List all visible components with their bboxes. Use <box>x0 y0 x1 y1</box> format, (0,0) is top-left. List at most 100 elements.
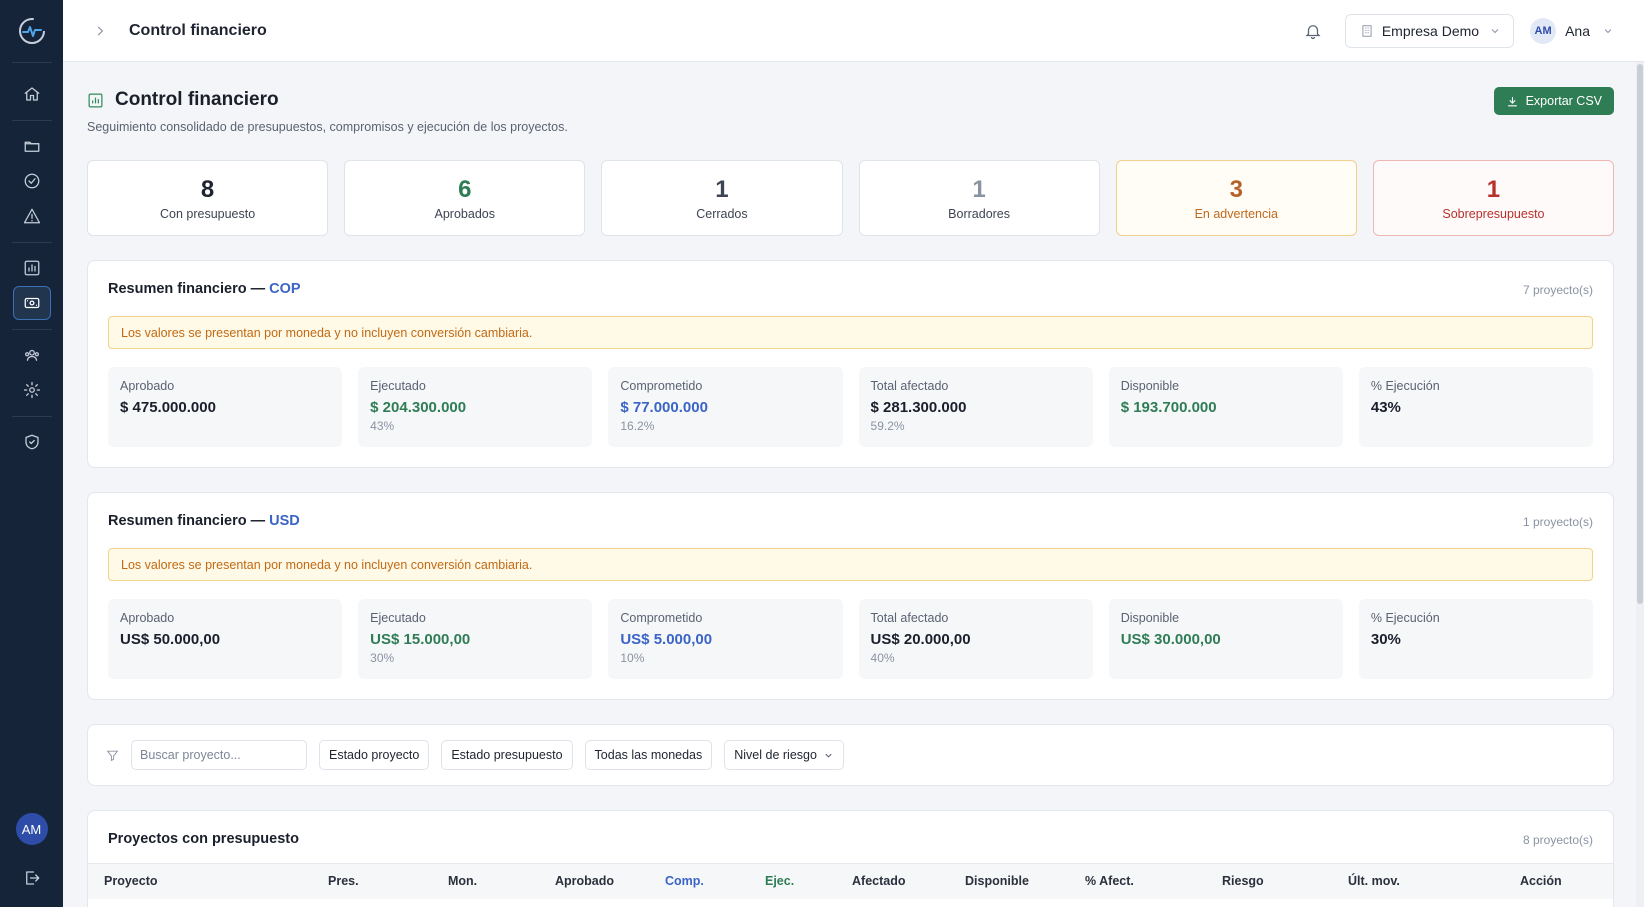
sidebar-divider <box>11 242 52 243</box>
col-approved[interactable]: Aprobado <box>555 874 614 888</box>
chart-icon <box>24 260 39 276</box>
search-input[interactable] <box>131 740 307 770</box>
download-icon <box>1507 96 1517 106</box>
main-content: Control financiero Seguimiento consolida… <box>87 62 1615 907</box>
sidebar-item-reports[interactable] <box>13 251 51 285</box>
sidebar-item-finance[interactable] <box>12 286 51 320</box>
summary-panel-cop: Resumen financiero — COP 7 proyecto(s) L… <box>87 260 1614 468</box>
currency-notice: Los valores se presentan por moneda y no… <box>108 316 1593 349</box>
metric-execution-pct: % Ejecución 43% <box>1358 367 1594 447</box>
chevron-right-icon <box>97 26 104 35</box>
stat-card-over-budget[interactable]: 1 Sobrepresupuesto <box>1372 160 1615 236</box>
export-csv-button[interactable]: Exportar CSV <box>1493 87 1614 115</box>
col-currency[interactable]: Mon. <box>448 874 477 888</box>
col-budget[interactable]: Pres. <box>328 874 359 888</box>
table-header: Proyecto Pres. Mon. Aprobado Comp. Ejec.… <box>88 863 1613 899</box>
home-icon <box>24 87 39 101</box>
stat-card-with-budget[interactable]: 8 Con presupuesto <box>87 160 329 236</box>
col-executed[interactable]: Ejec. <box>765 874 794 888</box>
col-risk[interactable]: Riesgo <box>1222 874 1264 888</box>
sidebar-divider <box>11 329 52 330</box>
risk-level-select[interactable]: Nivel de riesgo <box>724 740 844 770</box>
filters-bar: Estado proyecto Estado presupuesto Todas… <box>87 724 1614 786</box>
stat-card-warning[interactable]: 3 En advertencia <box>1115 160 1357 236</box>
stat-value: 1 <box>715 175 729 203</box>
company-name: Empresa Demo <box>1381 22 1480 39</box>
logout-button[interactable] <box>13 861 51 895</box>
col-affected-pct[interactable]: % Afect. <box>1085 874 1134 888</box>
currency-notice: Los valores se presentan por moneda y no… <box>108 548 1593 581</box>
summary-panel-usd: Resumen financiero — USD 1 proyecto(s) L… <box>87 492 1614 700</box>
sidebar-item-projects[interactable] <box>13 129 51 163</box>
metric-available: Disponible $ 193.700.000 <box>1108 367 1343 447</box>
stat-label: Aprobados <box>434 206 495 221</box>
col-action: Acción <box>1520 874 1562 888</box>
sidebar-item-settings[interactable] <box>13 373 51 407</box>
chart-icon <box>88 93 103 107</box>
summary-currency: USD <box>269 513 300 529</box>
metric-committed: Comprometido US$ 5.000,00 10% <box>608 599 843 679</box>
stat-label: Cerrados <box>696 206 748 221</box>
col-available[interactable]: Disponible <box>965 874 1029 888</box>
money-icon <box>24 297 39 309</box>
logout-icon <box>25 871 39 885</box>
team-icon <box>24 349 39 361</box>
metric-committed: Comprometido $ 77.000.000 16.2% <box>608 367 843 447</box>
col-last-movement[interactable]: Últ. mov. <box>1348 874 1400 888</box>
sidebar-item-team[interactable] <box>13 338 51 372</box>
topbar-title: Control financiero <box>129 21 267 39</box>
sidebar-toggle-button[interactable] <box>93 23 109 39</box>
company-selector[interactable]: Empresa Demo <box>1344 13 1515 48</box>
avatar[interactable]: AM <box>15 813 48 845</box>
building-icon <box>1362 24 1372 37</box>
sidebar-item-home[interactable] <box>13 77 51 111</box>
export-csv-label: Exportar CSV <box>1525 94 1602 108</box>
col-committed[interactable]: Comp. <box>665 874 704 888</box>
budget-status-select[interactable]: Estado presupuesto <box>441 740 573 770</box>
chevron-down-icon <box>1604 28 1612 33</box>
project-status-select[interactable]: Estado proyecto <box>319 740 430 770</box>
summary-title: Resumen financiero — COP <box>108 281 301 297</box>
stat-value: 8 <box>200 175 215 203</box>
filter-icon <box>106 750 119 761</box>
stat-card-approved[interactable]: 6 Aprobados <box>344 160 586 236</box>
alert-triangle-icon <box>23 208 40 224</box>
metric-execution-pct: % Ejecución 30% <box>1358 599 1594 679</box>
sidebar-divider <box>11 62 52 63</box>
app-logo[interactable] <box>0 0 63 62</box>
metric-available: Disponible US$ 30.000,00 <box>1108 599 1343 679</box>
page-title: Control financiero <box>115 89 279 110</box>
stat-value: 1 <box>1486 175 1501 203</box>
table-count: 8 proyecto(s) <box>1522 833 1593 847</box>
col-affected[interactable]: Afectado <box>852 874 905 888</box>
metric-approved: Aprobado US$ 50.000,00 <box>108 599 343 679</box>
currency-select[interactable]: Todas las monedas <box>584 740 713 770</box>
page-scrollbar[interactable] <box>1636 62 1644 907</box>
metric-total-affected: Total afectado $ 281.300.000 59.2% <box>858 367 1093 447</box>
user-menu[interactable]: AM Ana <box>1530 17 1614 44</box>
scrollbar-thumb[interactable] <box>1637 64 1643 604</box>
stat-card-closed[interactable]: 1 Cerrados <box>601 160 843 236</box>
table-title: Proyectos con presupuesto <box>108 831 299 847</box>
stat-value: 6 <box>458 175 472 203</box>
sidebar-item-risks[interactable] <box>13 199 51 233</box>
bell-icon <box>1305 24 1321 39</box>
sidebar-divider <box>11 120 52 121</box>
col-project[interactable]: Proyecto <box>104 874 158 888</box>
chevron-down-icon <box>1491 28 1499 33</box>
page-subtitle: Seguimiento consolidado de presupuestos,… <box>87 120 568 134</box>
notifications-button[interactable] <box>1301 19 1325 43</box>
stat-card-drafts[interactable]: 1 Borradores <box>858 160 1100 236</box>
summary-count: 1 proyecto(s) <box>1522 515 1593 529</box>
sidebar: AM <box>0 0 63 907</box>
projects-table-panel: Proyectos con presupuesto 8 proyecto(s) … <box>87 810 1614 907</box>
gear-icon <box>23 381 40 399</box>
stat-label: Sobrepresupuesto <box>1442 206 1545 221</box>
metric-approved: Aprobado $ 475.000.000 <box>108 367 343 447</box>
stat-value: 1 <box>972 175 986 203</box>
stat-label: En advertencia <box>1194 206 1278 221</box>
sidebar-item-tasks[interactable] <box>13 164 51 198</box>
metric-executed: Ejecutado US$ 15.000,00 30% <box>358 599 593 679</box>
sidebar-item-security[interactable] <box>13 425 51 459</box>
user-avatar: AM <box>1530 17 1557 44</box>
